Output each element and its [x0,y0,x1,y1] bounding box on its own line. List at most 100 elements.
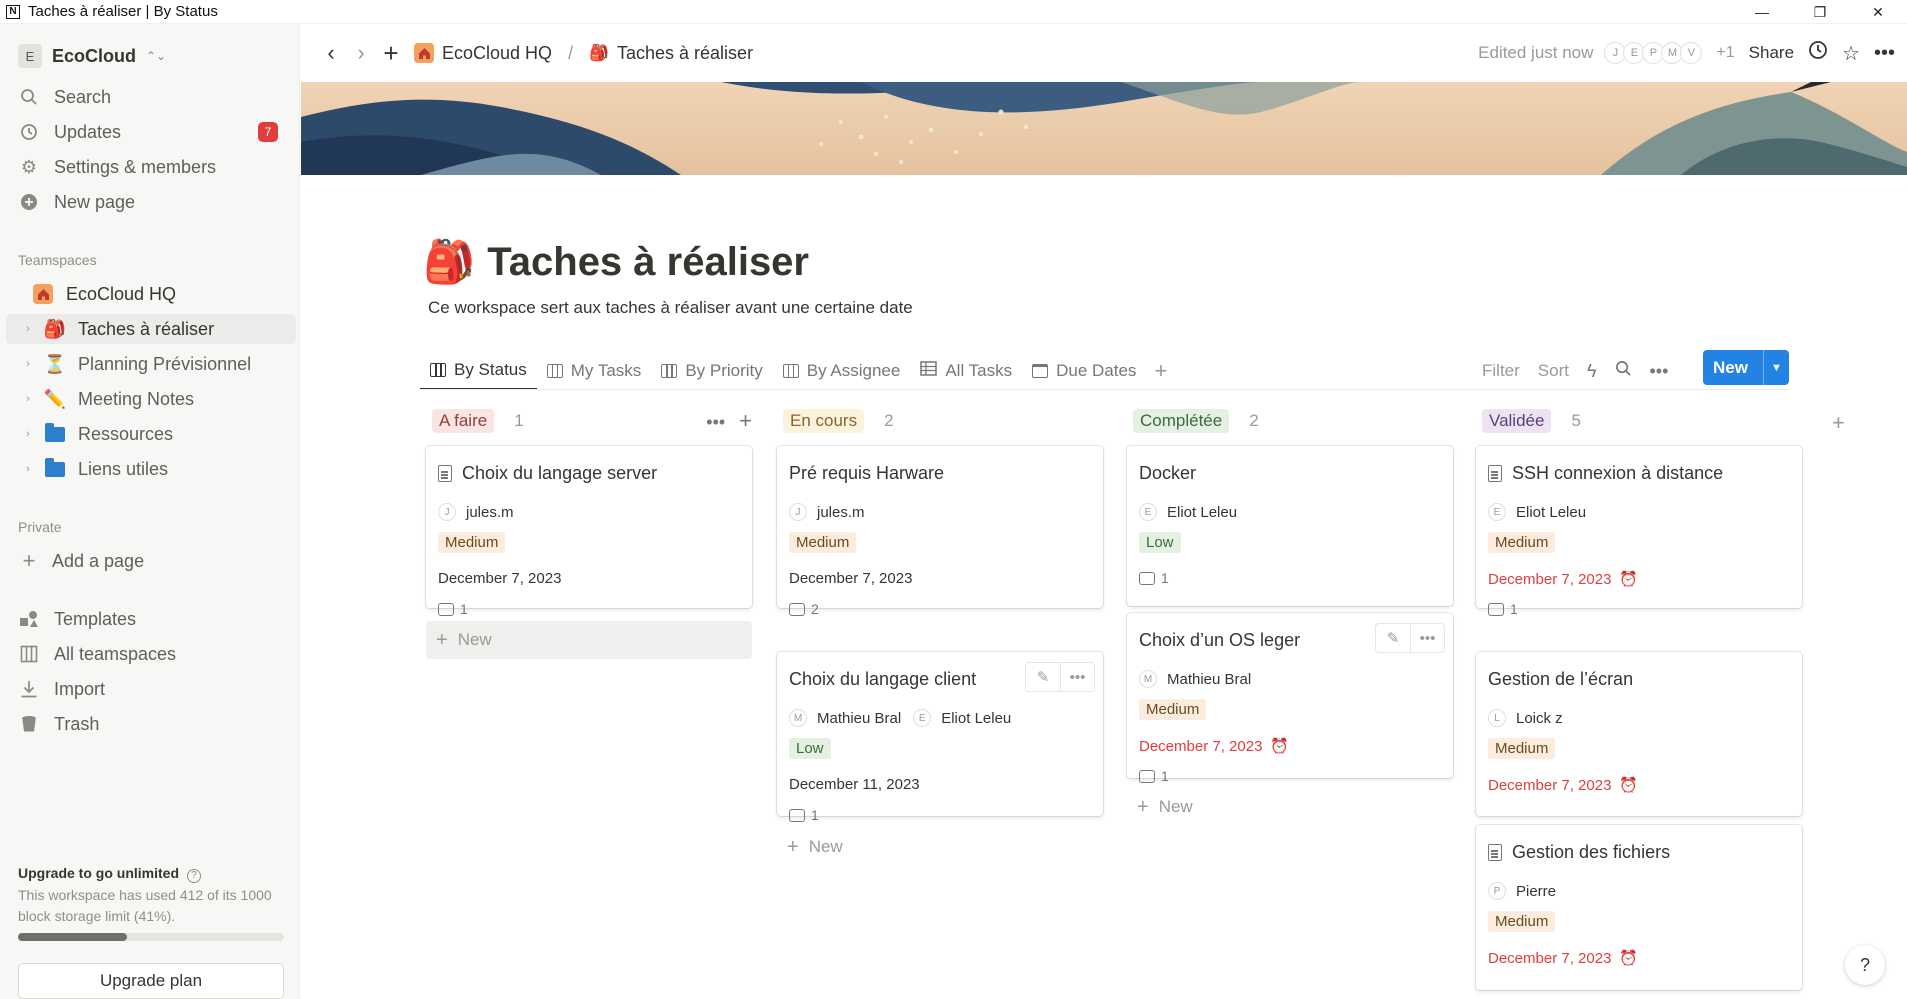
column-header[interactable]: Complétée 2 [1127,406,1453,436]
more-options-icon[interactable]: ••• [1874,42,1895,65]
column-header[interactable]: Validée 5 [1476,406,1802,436]
chevron-right-icon[interactable]: › [20,428,36,440]
sidebar-item-liens-utiles[interactable]: › Liens utiles [6,454,296,484]
priority-tag: Medium [438,532,506,553]
column-header[interactable]: En cours 2 [777,406,1103,436]
column-new-button[interactable]: + New [777,828,1103,866]
priority-tag: Low [789,738,831,759]
card-assignee: L Loick z [1488,709,1563,727]
tab-my-tasks[interactable]: My Tasks [537,352,652,390]
teamspace-label: EcoCloud HQ [66,283,177,304]
sidebar-item-templates[interactable]: Templates [18,604,288,634]
column-new-button[interactable]: + New [426,621,752,659]
sidebar-item-planning[interactable]: › ⏳ Planning Prévisionnel [6,349,296,379]
tab-by-priority[interactable]: By Priority [651,352,772,390]
workspace-switcher[interactable]: E EcoCloud ⌃⌄ [18,44,166,68]
breadcrumb-item[interactable]: Taches à réaliser [617,43,753,64]
edit-pencil-icon[interactable]: ✎ [1376,624,1410,652]
column-new-button[interactable]: + New [1127,788,1453,826]
sidebar-item-new-page[interactable]: New page [18,187,288,217]
folder-icon [44,422,66,442]
comment-count: 1 [811,807,819,823]
upgrade-title: Upgrade to go unlimited ? [18,865,201,883]
sidebar-item-trash[interactable]: Trash [18,709,288,739]
sidebar-item-taches[interactable]: › 🎒 Taches à réaliser [6,314,296,344]
sidebar-item-all-teamspaces[interactable]: All teamspaces [18,639,288,669]
board-card[interactable]: Choix d’un OS leger ✎ ••• M Mathieu Bral… [1127,613,1453,784]
collaborator-avatars[interactable]: J E P M V [1604,42,1703,64]
tab-all-tasks[interactable]: All Tasks [910,352,1022,390]
restore-button[interactable]: ❐ [1791,0,1849,24]
board-card[interactable]: Pré requis Harware J jules.m Medium Dece… [777,446,1103,617]
more-options-icon[interactable]: ••• [1060,663,1094,691]
sidebar-item-label: Templates [54,608,137,629]
card-date: December 7, 2023 ⏰ [1488,776,1638,795]
card-date: December 7, 2023 [789,570,912,587]
tab-due-dates[interactable]: Due Dates [1022,352,1146,390]
board-card[interactable]: SSH connexion à distance E Eliot Leleu M… [1476,446,1802,617]
plus-icon[interactable]: + [739,410,752,433]
back-arrow-icon[interactable]: ‹ [316,40,346,66]
chevron-right-icon[interactable]: › [20,323,36,335]
minimize-button[interactable]: — [1733,0,1791,24]
tab-by-assignee[interactable]: By Assignee [773,352,911,390]
help-button[interactable]: ? [1845,945,1885,985]
backpack-icon[interactable]: 🎒 [423,238,475,287]
card-comments: 1 [1139,570,1169,586]
chevron-down-icon[interactable]: ▼ [1763,350,1789,385]
backpack-icon: 🎒 [43,318,67,339]
info-icon[interactable]: ? [186,869,201,883]
history-clock-icon[interactable] [1808,40,1828,66]
sidebar-item-label: Search [54,86,112,107]
tab-by-status[interactable]: By Status [420,352,537,390]
priority-tag: Medium [1488,738,1556,759]
filter-button[interactable]: Filter [1482,361,1520,381]
more-options-icon[interactable]: ••• [1410,624,1444,652]
sidebar-item-label: Trash [54,713,100,734]
edit-pencil-icon[interactable]: ✎ [1026,663,1060,691]
chevron-right-icon[interactable]: › [20,393,36,405]
board-column-a-faire: A faire 1 ••• + Choix du langage server … [426,406,752,659]
sidebar-item-search[interactable]: Search [18,82,288,112]
sidebar-item-import[interactable]: Import [18,674,288,704]
forward-arrow-icon[interactable]: › [346,40,376,66]
more-collaborators-count[interactable]: +1 [1716,44,1734,62]
upgrade-title-text: Upgrade to go unlimited [18,865,179,881]
board-card[interactable]: Gestion des fichiers P Pierre Medium Dec… [1476,825,1802,990]
upgrade-plan-button[interactable]: Upgrade plan [18,963,284,999]
sort-button[interactable]: Sort [1538,361,1569,381]
sidebar-item-settings[interactable]: ⚙ Settings & members [18,152,288,182]
search-icon[interactable] [1615,360,1632,382]
page-topbar: ‹ › + EcoCloud HQ / 🎒 Taches à réaliser … [301,24,1907,82]
board-card[interactable]: Choix du langage server J jules.m Medium… [426,446,752,617]
board-card[interactable]: Choix du langage client ✎ ••• M Mathieu … [777,652,1103,823]
breadcrumb: EcoCloud HQ / 🎒 Taches à réaliser [414,43,753,64]
board-card[interactable]: Gestion de l’écran L Loick z Medium Dece… [1476,652,1802,816]
chevron-right-icon[interactable]: › [20,358,36,370]
add-view-plus-icon[interactable]: + [1154,358,1167,384]
board-card[interactable]: Docker E Eliot Leleu Low 1 [1127,446,1453,606]
star-icon[interactable]: ☆ [1842,41,1860,66]
chevron-right-icon[interactable]: › [20,463,36,475]
sidebar-item-meeting-notes[interactable]: › ✏️ Meeting Notes [6,384,296,414]
sidebar-item-add-page[interactable]: + Add a page [18,546,288,576]
new-record-button[interactable]: New ▼ [1703,350,1789,385]
sidebar-item-updates[interactable]: Updates 7 [18,117,288,147]
cover-image[interactable] [301,82,1907,175]
add-group-plus-icon[interactable]: + [1832,410,1845,436]
column-header[interactable]: A faire 1 [426,406,752,436]
assignee-name: Eliot Leleu [1516,503,1587,521]
sidebar-item-ressources[interactable]: › Ressources [6,419,296,449]
page-description[interactable]: Ce workspace sert aux taches à réaliser … [428,298,913,318]
sidebar-teamspace-ecocloud-hq[interactable]: EcoCloud HQ [6,279,296,309]
page-title[interactable]: 🎒 Taches à réaliser [423,238,809,287]
new-page-plus-icon[interactable]: + [376,38,406,69]
lightning-icon[interactable]: ϟ [1587,361,1597,382]
breadcrumb-item[interactable]: EcoCloud HQ [442,43,552,64]
more-options-icon[interactable]: ••• [706,412,725,433]
more-options-icon[interactable]: ••• [1650,361,1669,382]
card-title: Docker [1139,463,1196,484]
backpack-icon: 🎒 [589,45,609,62]
close-button[interactable]: ✕ [1849,0,1907,24]
share-button[interactable]: Share [1749,43,1794,63]
